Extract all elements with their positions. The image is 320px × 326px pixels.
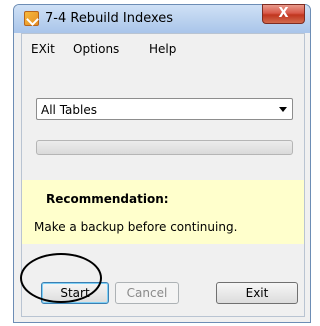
menu-exit[interactable]: EXit xyxy=(31,42,55,56)
start-button[interactable]: Start xyxy=(41,282,109,304)
dialog-client-area: EXit Options Help All Tables Recommendat… xyxy=(21,33,305,317)
close-button[interactable]: X xyxy=(262,4,305,24)
recommendation-text: Make a backup before continuing. xyxy=(34,220,238,234)
recommendation-title: Recommendation: xyxy=(46,192,169,206)
table-select-dropdown[interactable]: All Tables xyxy=(36,98,293,120)
menu-options[interactable]: Options xyxy=(73,42,119,56)
exit-button[interactable]: Exit xyxy=(216,282,298,304)
progress-bar xyxy=(36,140,293,155)
chevron-down-icon xyxy=(279,107,287,112)
title-bar[interactable]: 7-4 Rebuild Indexes X xyxy=(14,4,310,33)
recommendation-panel: Recommendation: Make a backup before con… xyxy=(22,180,304,244)
menu-bar: EXit Options Help xyxy=(22,34,304,60)
rebuild-indexes-window: 7-4 Rebuild Indexes X EXit Options Help … xyxy=(13,4,311,323)
cancel-button[interactable]: Cancel xyxy=(115,282,179,304)
table-select-value: All Tables xyxy=(41,103,97,117)
menu-help[interactable]: Help xyxy=(149,42,176,56)
app-icon xyxy=(24,11,39,26)
window-title: 7-4 Rebuild Indexes xyxy=(45,11,174,26)
